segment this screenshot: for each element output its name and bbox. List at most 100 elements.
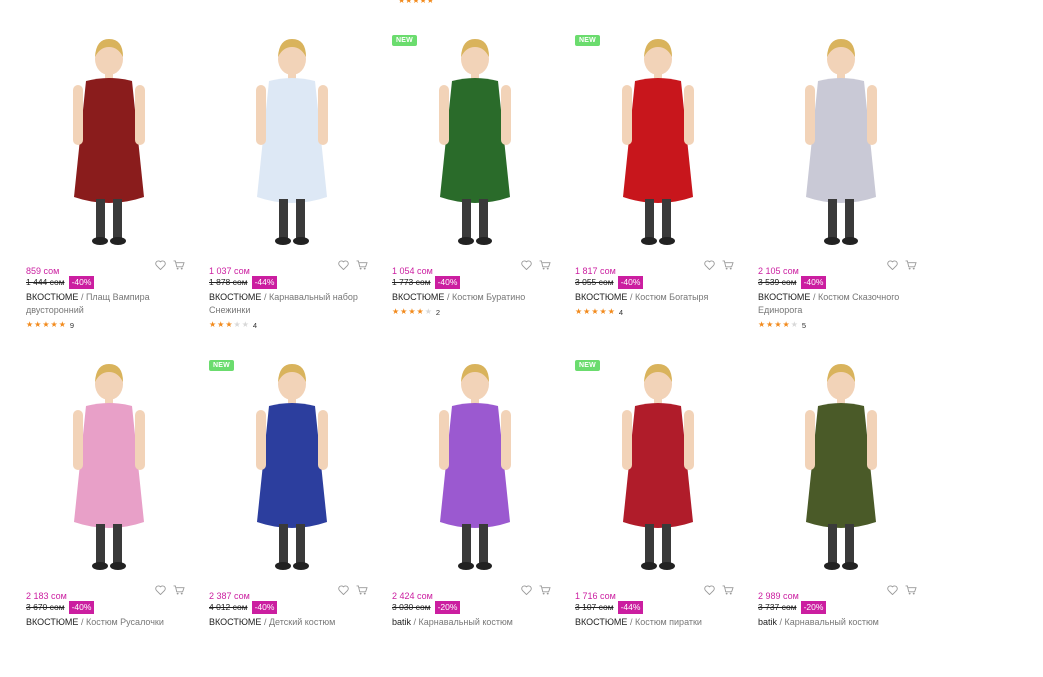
current-price: 859 сом [26,266,60,276]
costume-figure-image [256,39,328,245]
product-card[interactable]: NEW 2 387 сом 4 012 сом -40% ВКОСТЮМЕ / … [209,352,376,677]
product-photo[interactable] [758,352,925,580]
product-name[interactable]: Костюм пиратки [635,617,702,627]
product-title[interactable]: ВКОСТЮМЕ / Костюм пиратки [575,616,725,629]
cart-icon[interactable] [722,585,734,595]
brand-name[interactable]: ВКОСТЮМЕ [26,617,78,627]
old-price: 1 878 сом [209,277,248,287]
star-icon: ★ [241,320,249,329]
product-title[interactable]: ВКОСТЮМЕ / Костюм Богатыря [575,291,725,304]
product-name[interactable]: Костюм Богатыря [635,292,708,302]
product-name[interactable]: Детский костюм [269,617,335,627]
brand-name[interactable]: batik [392,617,411,627]
product-photo[interactable]: NEW [575,352,742,580]
heart-icon[interactable] [338,260,349,270]
costume-figure-image [622,364,694,570]
heart-icon[interactable] [521,260,532,270]
brand-name[interactable]: batik [758,617,777,627]
product-name[interactable]: Карнавальный костюм [785,617,879,627]
product-card[interactable]: NEW 1 716 сом 3 107 сом -44% ВКОСТЮМЕ / … [575,352,742,677]
product-title[interactable]: batik / Карнавальный костюм [758,616,908,629]
product-name[interactable]: Костюм Буратино [452,292,525,302]
heart-icon[interactable] [338,585,349,595]
cart-icon[interactable] [539,585,551,595]
product-title[interactable]: ВКОСТЮМЕ / Карнавальный набор Снежинки [209,291,359,317]
brand-name[interactable]: ВКОСТЮМЕ [209,617,261,627]
heart-icon[interactable] [887,585,898,595]
cart-icon[interactable] [356,585,368,595]
product-photo[interactable] [209,27,376,255]
new-badge: NEW [392,35,417,46]
heart-icon[interactable] [887,260,898,270]
old-price: 3 737 сом [758,602,797,612]
star-icon: ★ [400,307,408,316]
discount-badge: -20% [434,600,461,614]
product-name[interactable]: Костюм Русалочки [86,617,164,627]
product-title[interactable]: ВКОСТЮМЕ / Детский костюм [209,616,359,629]
heart-icon[interactable] [521,585,532,595]
product-card[interactable]: 2 989 сом 3 737 сом -20% batik / Карнава… [758,352,925,677]
product-card[interactable]: NEW 1 054 сом 1 773 сом -40% ВКОСТЮМЕ / … [392,27,559,352]
costume-figure-image [805,364,877,570]
star-icon: ★ [607,307,615,316]
costume-figure-image [805,39,877,245]
brand-name[interactable]: ВКОСТЮМЕ [209,292,261,302]
costume-figure-image [256,364,328,570]
product-grid: 859 сом 1 444 сом -40% ВКОСТЮМЕ / Плащ В… [26,27,925,677]
heart-icon[interactable] [155,260,166,270]
product-photo[interactable] [26,27,193,255]
product-photo[interactable]: NEW [392,27,559,255]
brand-name[interactable]: ВКОСТЮМЕ [26,292,78,302]
product-card[interactable]: 2 424 сом 3 030 сом -20% batik / Карнава… [392,352,559,677]
product-card[interactable]: 2 183 сом 3 670 сом -40% ВКОСТЮМЕ / Кост… [26,352,193,677]
brand-name[interactable]: ВКОСТЮМЕ [392,292,444,302]
product-photo[interactable] [392,352,559,580]
new-badge: NEW [575,360,600,371]
product-title[interactable]: ВКОСТЮМЕ / Костюм Сказочного Единорога [758,291,908,317]
old-price: 3 055 сом [575,277,614,287]
rating [209,632,376,642]
star-icon: ★ [416,307,424,316]
brand-name[interactable]: ВКОСТЮМЕ [575,292,627,302]
rating [758,632,925,642]
star-icon: ★ [424,307,432,316]
product-photo[interactable] [26,352,193,580]
rating: ★ ★ ★ ★ ★ 4 [209,320,376,330]
heart-icon[interactable] [704,585,715,595]
review-count: 5 [801,320,807,330]
current-price: 1 817 сом [575,266,616,276]
product-photo[interactable] [758,27,925,255]
discount-badge: -40% [68,275,95,289]
heart-icon[interactable] [704,260,715,270]
heart-icon[interactable] [155,585,166,595]
product-title[interactable]: ВКОСТЮМЕ / Костюм Буратино [392,291,542,304]
cart-icon[interactable] [173,260,185,270]
product-card[interactable]: 1 037 сом 1 878 сом -44% ВКОСТЮМЕ / Карн… [209,27,376,352]
product-photo[interactable]: NEW [575,27,742,255]
product-photo[interactable]: NEW [209,352,376,580]
cart-icon[interactable] [905,585,917,595]
product-card[interactable]: 859 сом 1 444 сом -40% ВКОСТЮМЕ / Плащ В… [26,27,193,352]
product-title[interactable]: ВКОСТЮМЕ / Плащ Вампира двусторонний [26,291,176,317]
star-icon: ★ [225,320,233,329]
review-count: 4 [618,307,624,317]
star-icon: ★ [790,320,798,329]
discount-badge: -40% [617,275,644,289]
cart-icon[interactable] [722,260,734,270]
review-count: 9 [69,320,75,330]
star-icon: ★ [766,320,774,329]
brand-name[interactable]: ВКОСТЮМЕ [575,617,627,627]
brand-name[interactable]: ВКОСТЮМЕ [758,292,810,302]
product-title[interactable]: batik / Карнавальный костюм [392,616,542,629]
new-badge: NEW [209,360,234,371]
cart-icon[interactable] [356,260,368,270]
product-title[interactable]: ВКОСТЮМЕ / Костюм Русалочки [26,616,176,629]
star-icon: ★ [408,307,416,316]
product-name[interactable]: Карнавальный костюм [419,617,513,627]
star-icon: ★ [42,320,50,329]
product-card[interactable]: NEW 1 817 сом 3 055 сом -40% ВКОСТЮМЕ / … [575,27,742,352]
cart-icon[interactable] [905,260,917,270]
cart-icon[interactable] [539,260,551,270]
product-card[interactable]: 2 105 сом 3 539 сом -40% ВКОСТЮМЕ / Кост… [758,27,925,352]
cart-icon[interactable] [173,585,185,595]
